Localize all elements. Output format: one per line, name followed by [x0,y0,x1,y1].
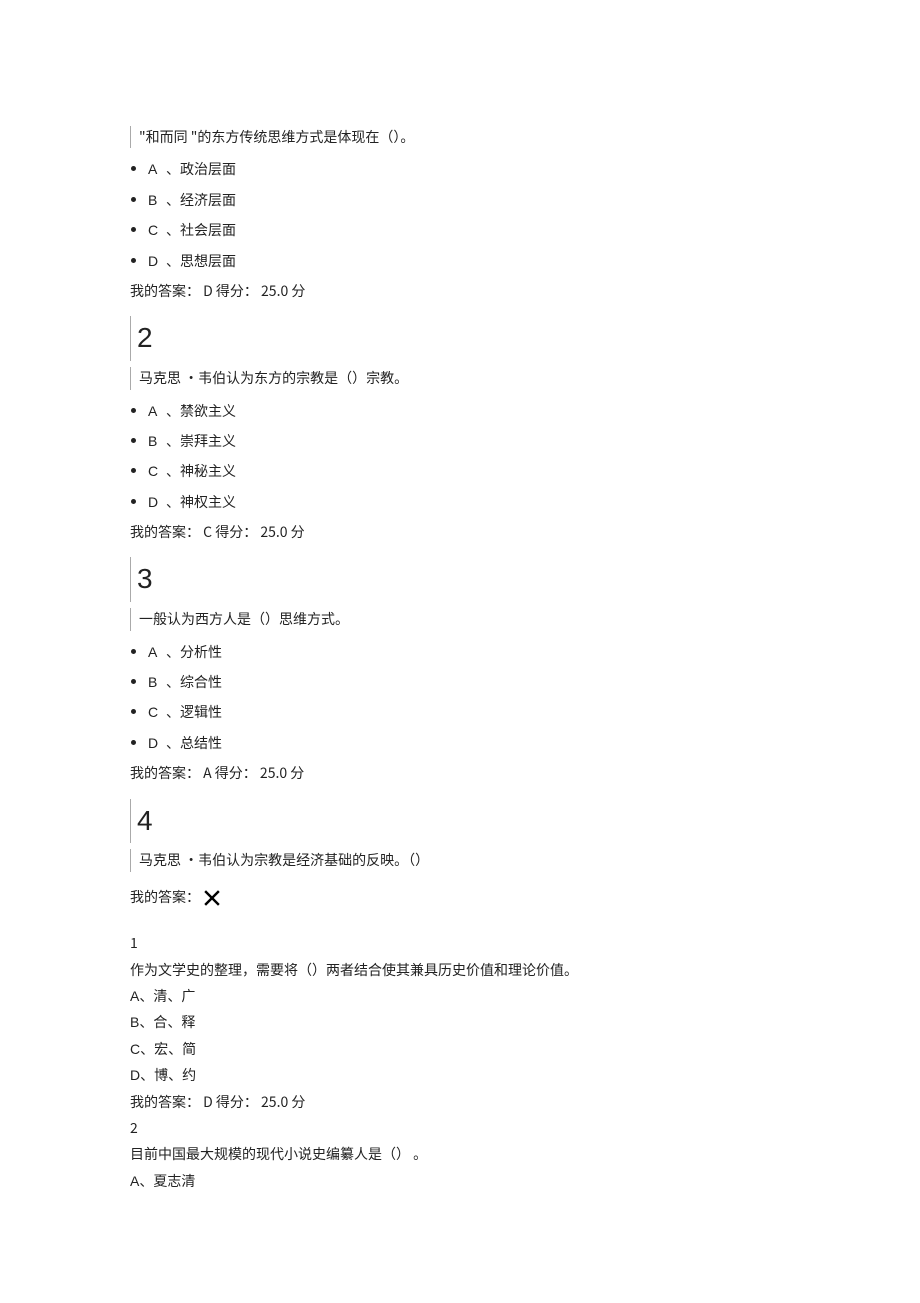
option-letter: A [130,988,139,1004]
option-letter: D [148,732,166,754]
option-letter: A [148,641,166,663]
option-letter: B [148,430,166,452]
option-text: 合、释 [153,1012,195,1032]
option-item[interactable]: A、夏志清 [130,1170,830,1192]
option-text: 博、约 [154,1065,196,1085]
option-letter: C [148,701,166,723]
option-letter: D [130,1067,140,1083]
option-text: 神权主义 [180,492,236,512]
question-prompt: 一般认为西方人是（）思维方式。 [130,608,830,630]
option-list: A、禁欲主义 B、崇拜主义 C、神秘主义 D、神权主义 [130,400,830,514]
option-item[interactable]: C、神秘主义 [148,460,830,482]
option-item[interactable]: B、综合性 [148,671,830,693]
option-text: 分析性 [180,642,222,662]
option-text: 社会层面 [180,220,236,240]
question-prompt: "和而同 "的东方传统思维方式是体现在（）。 [130,126,830,148]
option-item[interactable]: D、神权主义 [148,491,830,513]
answer-prefix: 我的答案： [130,887,200,907]
option-letter: C [148,460,166,482]
option-text: 逻辑性 [180,702,222,722]
answer-line: 我的答案： [130,886,830,908]
option-text: 清、广 [153,986,195,1006]
option-text: 夏志清 [153,1171,195,1191]
option-item[interactable]: C、宏、简 [130,1038,830,1060]
question-prompt: 马克思 ·韦伯认为东方的宗教是（）宗教。 [130,367,830,389]
question-number: 3 [130,557,830,602]
option-letter: C [130,1041,140,1057]
option-list: A、政治层面 B、经济层面 C、社会层面 D、思想层面 [130,158,830,272]
question-number: 4 [130,799,830,844]
option-letter: A [130,1173,139,1189]
option-item[interactable]: A、禁欲主义 [148,400,830,422]
option-text: 神秘主义 [180,461,236,481]
option-letter: B [148,671,166,693]
option-text: 总结性 [180,733,222,753]
question-prompt: 马克思 ·韦伯认为宗教是经济基础的反映。（） [130,849,830,871]
question-number: 1 [130,932,830,954]
option-item[interactable]: B、经济层面 [148,189,830,211]
answer-line: 我的答案： D 得分： 25.0 分 [130,280,830,302]
option-item[interactable]: B、合、释 [130,1011,830,1033]
option-text: 思想层面 [180,251,236,271]
option-letter: C [148,219,166,241]
option-item[interactable]: A、清、广 [130,985,830,1007]
option-text: 综合性 [180,672,222,692]
option-item[interactable]: D、博、约 [130,1064,830,1086]
option-item[interactable]: C、逻辑性 [148,701,830,723]
option-text: 禁欲主义 [180,401,236,421]
option-list: A、分析性 B、综合性 C、逻辑性 D、总结性 [130,641,830,755]
option-letter: D [148,250,166,272]
option-item[interactable]: D、总结性 [148,732,830,754]
answer-line: 我的答案： A 得分： 25.0 分 [130,762,830,784]
question-number: 2 [130,1117,830,1139]
option-text: 政治层面 [180,159,236,179]
answer-line: 我的答案： C 得分： 25.0 分 [130,521,830,543]
option-letter: B [148,189,166,211]
option-text: 宏、简 [154,1039,196,1059]
option-item[interactable]: A、分析性 [148,641,830,663]
option-text: 经济层面 [180,190,236,210]
option-item[interactable]: D、思想层面 [148,250,830,272]
answer-line: 我的答案： D 得分： 25.0 分 [130,1091,830,1113]
option-letter: A [148,400,166,422]
option-item[interactable]: A、政治层面 [148,158,830,180]
option-letter: A [148,158,166,180]
question-prompt: 目前中国最大规模的现代小说史编纂人是（） 。 [130,1143,830,1165]
option-text: 崇拜主义 [180,431,236,451]
x-icon [203,889,221,907]
option-letter: B [130,1014,139,1030]
question-prompt: 作为文学史的整理，需要将（）两者结合使其兼具历史价值和理论价值。 [130,959,830,981]
option-item[interactable]: C、社会层面 [148,219,830,241]
question-number: 2 [130,316,830,361]
option-item[interactable]: B、崇拜主义 [148,430,830,452]
option-letter: D [148,491,166,513]
